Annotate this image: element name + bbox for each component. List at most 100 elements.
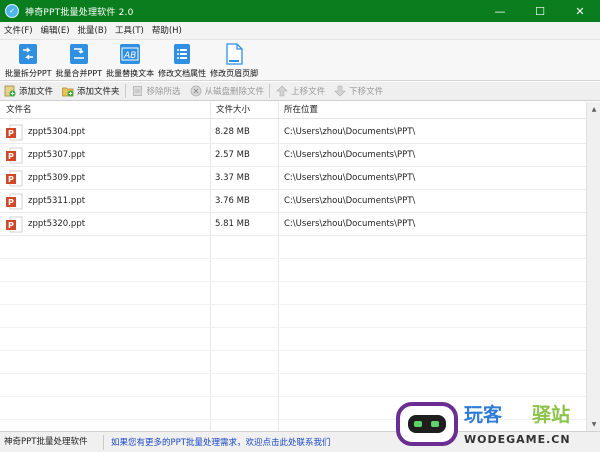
replace-text-icon: AB	[119, 43, 141, 65]
menu-batch[interactable]: 批量(B)	[74, 22, 111, 40]
empty-row	[0, 328, 586, 351]
svg-text:AB: AB	[123, 51, 136, 61]
toolbar-separator	[269, 84, 271, 98]
delete-from-disk-button[interactable]: 从磁盘删除文件	[190, 82, 265, 101]
title-bar: ✓ 神奇PPT批量处理软件 2.0 — ☐ ✕	[0, 0, 600, 22]
file-name: zppt5320.ppt	[28, 219, 86, 229]
file-location: C:\Users\zhou\Documents\PPT\	[284, 219, 416, 229]
add-file-label: 添加文件	[19, 87, 54, 97]
file-name: zppt5307.ppt	[28, 150, 86, 160]
empty-row	[0, 305, 586, 328]
header-footer-icon	[223, 43, 245, 65]
file-size: 8.28 MB	[215, 127, 250, 137]
add-folder-label: 添加文件夹	[77, 87, 120, 97]
add-file-button[interactable]: 添加文件	[4, 82, 53, 101]
delete-from-disk-label: 从磁盘删除文件	[204, 87, 265, 97]
menu-tools[interactable]: 工具(T)	[111, 22, 148, 40]
status-app-name: 神奇PPT批量处理软件 2.0	[0, 434, 104, 452]
ppt-file-icon: P	[5, 147, 23, 164]
add-folder-icon	[62, 85, 74, 97]
column-header-name[interactable]: 文件名	[0, 102, 210, 119]
toolbar-label: 批量拆分PPT	[5, 69, 52, 78]
svg-text:P: P	[8, 152, 14, 161]
watermark-domain: WODEGAME.CN	[464, 433, 571, 446]
arrow-up-icon	[276, 85, 288, 97]
file-location: C:\Users\zhou\Documents\PPT\	[284, 150, 416, 160]
batch-merge-button[interactable]: 批量合并PPT	[54, 40, 105, 81]
list-header: 文件名 文件大小 所在位置	[0, 102, 600, 119]
watermark-text: 玩客	[464, 403, 503, 426]
file-size: 5.81 MB	[215, 219, 250, 229]
ppt-file-icon: P	[5, 170, 23, 187]
file-name: zppt5309.ppt	[28, 173, 86, 183]
menu-bar: 文件(F) 编辑(E) 批量(B) 工具(T) 帮助(H)	[0, 22, 600, 40]
empty-row	[0, 351, 586, 374]
table-row[interactable]: P zppt5311.ppt 3.76 MB C:\Users\zhou\Doc…	[0, 190, 586, 213]
batch-replace-text-button[interactable]: AB 批量替换文本	[104, 40, 156, 81]
menu-edit[interactable]: 编辑(E)	[37, 22, 74, 40]
svg-text:P: P	[8, 129, 14, 138]
main-toolbar: 批量拆分PPT 批量合并PPT AB 批量替换文本 修改文档属性 修改页眉页脚	[0, 40, 600, 81]
toolbar-label: 批量合并PPT	[55, 69, 103, 78]
remove-selected-button[interactable]: 移除所选	[132, 82, 181, 101]
table-row[interactable]: P zppt5309.ppt 3.37 MB C:\Users\zhou\Doc…	[0, 167, 586, 190]
svg-text:P: P	[8, 198, 14, 207]
file-location: C:\Users\zhou\Documents\PPT\	[284, 173, 416, 183]
edit-properties-button[interactable]: 修改文档属性	[156, 40, 208, 81]
empty-row	[0, 259, 586, 282]
menu-help[interactable]: 帮助(H)	[148, 22, 186, 40]
file-size: 3.76 MB	[215, 196, 250, 206]
file-name: zppt5311.ppt	[28, 196, 86, 206]
table-row[interactable]: P zppt5304.ppt 8.28 MB C:\Users\zhou\Doc…	[0, 121, 586, 144]
maximize-button[interactable]: ☐	[520, 0, 560, 22]
move-up-button[interactable]: 上移文件	[276, 82, 325, 101]
vertical-scrollbar[interactable]: ▲ ▼	[586, 102, 600, 431]
column-header-size[interactable]: 文件大小	[210, 102, 278, 119]
move-up-label: 上移文件	[291, 87, 326, 97]
toolbar-label: 修改文档属性	[158, 69, 207, 78]
window-controls: — ☐ ✕	[480, 0, 600, 22]
delete-icon	[190, 85, 202, 97]
site-watermark: 玩客 驿站 WODEGAME.CN	[396, 398, 598, 452]
file-list[interactable]: 文件名 文件大小 所在位置 P zppt5304.ppt 8.28 MB C:\…	[0, 102, 600, 431]
arrow-down-icon	[334, 85, 346, 97]
close-button[interactable]: ✕	[560, 0, 600, 22]
file-location: C:\Users\zhou\Documents\PPT\	[284, 196, 416, 206]
ppt-file-icon: P	[5, 124, 23, 141]
svg-text:P: P	[8, 221, 14, 230]
minimize-button[interactable]: —	[480, 0, 520, 22]
app-logo-icon: ✓	[5, 4, 19, 18]
contact-us-link[interactable]: 如果您有更多的PPT批量处理需求，欢迎点击此处联系我们	[104, 436, 330, 448]
file-size: 3.37 MB	[215, 173, 250, 183]
move-down-label: 下移文件	[349, 87, 384, 97]
table-row[interactable]: P zppt5320.ppt 5.81 MB C:\Users\zhou\Doc…	[0, 213, 586, 236]
ppt-file-icon: P	[5, 216, 23, 233]
batch-split-button[interactable]: 批量拆分PPT	[3, 40, 54, 81]
window-title: 神奇PPT批量处理软件 2.0	[25, 7, 134, 18]
edit-header-footer-button[interactable]: 修改页眉页脚	[208, 40, 260, 81]
file-size: 2.57 MB	[215, 150, 250, 160]
add-file-icon	[4, 85, 16, 97]
ppt-file-icon: P	[5, 193, 23, 210]
add-folder-button[interactable]: 添加文件夹	[62, 82, 120, 101]
remove-selected-label: 移除所选	[146, 87, 181, 97]
file-location: C:\Users\zhou\Documents\PPT\	[284, 127, 416, 137]
move-down-button[interactable]: 下移文件	[334, 82, 383, 101]
toolbar-separator	[124, 84, 126, 98]
properties-icon	[171, 43, 193, 65]
watermark-text: 驿站	[532, 403, 570, 426]
column-header-location[interactable]: 所在位置	[278, 102, 578, 119]
empty-row	[0, 236, 586, 259]
svg-text:P: P	[8, 175, 14, 184]
split-icon	[17, 43, 39, 65]
file-action-bar: 添加文件 添加文件夹 移除所选 从磁盘删除文件 上移文件 下移文件	[0, 82, 600, 101]
empty-row	[0, 282, 586, 305]
menu-file[interactable]: 文件(F)	[0, 22, 37, 40]
scroll-up-arrow-icon[interactable]: ▲	[587, 102, 600, 116]
remove-icon	[132, 85, 144, 97]
toolbar-label: 批量替换文本	[106, 69, 155, 78]
toolbar-label: 修改页眉页脚	[210, 69, 259, 78]
file-name: zppt5304.ppt	[28, 127, 86, 137]
empty-row	[0, 374, 586, 397]
table-row[interactable]: P zppt5307.ppt 2.57 MB C:\Users\zhou\Doc…	[0, 144, 586, 167]
